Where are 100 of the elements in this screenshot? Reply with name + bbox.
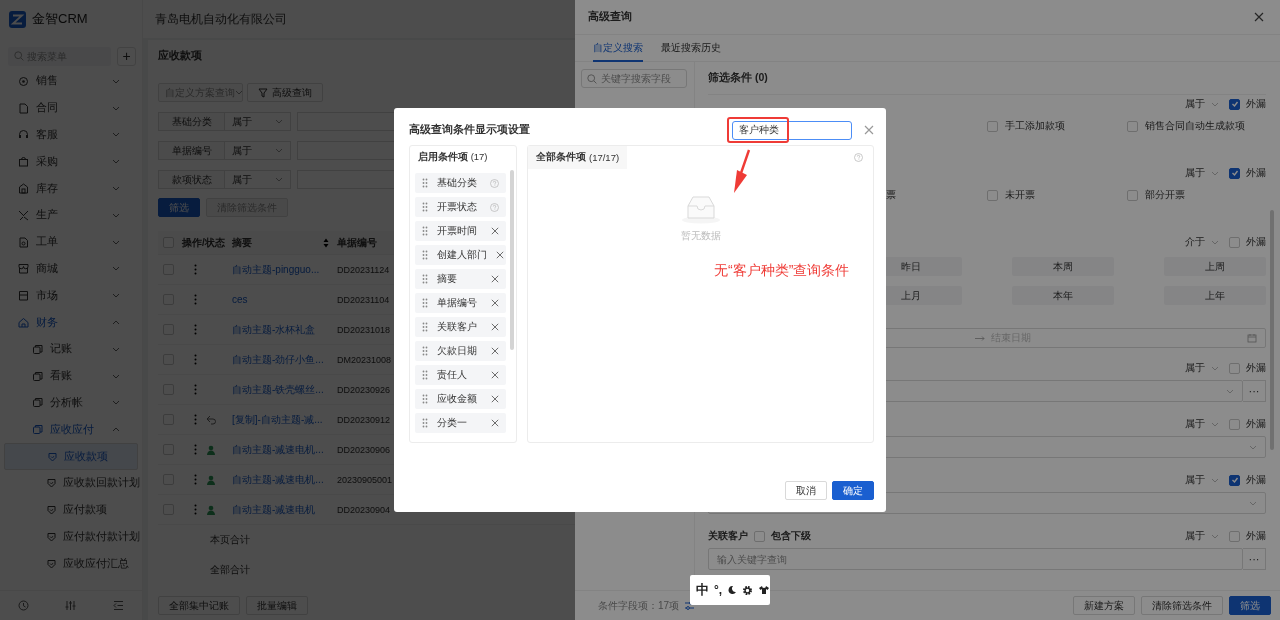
drag-handle-icon[interactable]	[422, 322, 428, 332]
checkbox[interactable]	[1229, 98, 1240, 110]
list-item[interactable]: 应收金额	[415, 389, 506, 409]
tab[interactable]: 自定义搜索	[593, 35, 643, 62]
highlight-frame	[727, 117, 789, 143]
list-item[interactable]: 欠款日期	[415, 341, 506, 361]
list-item[interactable]: 摘要	[415, 269, 506, 289]
summary-link[interactable]: ces	[232, 294, 337, 305]
drag-handle-icon[interactable]	[422, 250, 428, 260]
menu-item[interactable]: 看账	[4, 362, 138, 390]
drag-handle-icon[interactable]	[422, 202, 428, 212]
menu-item[interactable]: 财务	[4, 309, 138, 336]
more-icon[interactable]	[194, 324, 197, 335]
operator-dropdown[interactable]: 属于	[1185, 417, 1219, 431]
remove-icon[interactable]	[491, 275, 499, 283]
drag-handle-icon[interactable]	[422, 226, 428, 236]
remove-icon[interactable]	[491, 419, 499, 427]
drag-handle-icon[interactable]	[422, 298, 428, 308]
menu-item[interactable]: 销售	[4, 68, 138, 95]
field-count: 条件字段项：17项	[598, 598, 680, 613]
list-item[interactable]: 开票状态	[415, 197, 506, 217]
tab[interactable]: 最近搜索历史	[661, 35, 721, 62]
more-icon[interactable]	[194, 294, 197, 305]
checkbox[interactable]	[1229, 167, 1240, 179]
remove-icon[interactable]	[491, 227, 499, 235]
funnel-icon	[258, 87, 268, 98]
remove-icon[interactable]	[491, 323, 499, 331]
cancel-button[interactable]: 取消	[785, 481, 827, 500]
sliders-icon[interactable]	[684, 600, 696, 611]
more-icon[interactable]	[194, 504, 197, 515]
table-cell: DD20230904	[337, 504, 391, 515]
chevron-icon	[112, 186, 120, 192]
list-item[interactable]: 基础分类	[415, 173, 506, 193]
menu-item[interactable]: 商城	[4, 255, 138, 283]
close-icon[interactable]	[1254, 12, 1264, 22]
close-icon[interactable]	[864, 125, 874, 135]
date-preset-button[interactable]: 本年	[1012, 286, 1114, 305]
history-icon[interactable]	[18, 600, 30, 611]
action-button[interactable]: 新建方案	[1073, 596, 1135, 615]
menu-item[interactable]: 分析帐	[4, 389, 138, 417]
drag-handle-icon[interactable]	[422, 346, 428, 356]
menu-item[interactable]: 市场	[4, 282, 138, 310]
sliders-icon[interactable]	[65, 600, 77, 611]
remove-icon[interactable]	[491, 299, 499, 307]
remove-icon[interactable]	[491, 347, 499, 355]
drag-handle-icon[interactable]	[422, 178, 428, 188]
more-button[interactable]: ···	[1243, 548, 1266, 570]
more-button[interactable]: ···	[1243, 380, 1266, 402]
drag-handle-icon[interactable]	[422, 394, 428, 404]
ime-punctuation[interactable]: °,	[714, 583, 723, 597]
confirm-button[interactable]: 确定	[832, 481, 874, 500]
shield-icon	[47, 478, 56, 489]
moon-icon[interactable]	[727, 585, 738, 595]
add-button[interactable]: +	[117, 46, 136, 66]
more-icon[interactable]	[194, 384, 197, 395]
chevron-icon	[1211, 421, 1219, 427]
remove-icon[interactable]	[496, 251, 504, 259]
remove-icon[interactable]	[491, 395, 499, 403]
table-cell: DD20230906	[337, 444, 391, 455]
operator-dropdown[interactable]: 属于	[1185, 361, 1219, 375]
action-button[interactable]: 清除筛选条件	[1141, 596, 1223, 615]
table-cell: DD20231104	[337, 294, 390, 305]
filter-button[interactable]: 筛选	[1229, 596, 1271, 615]
ime-mode[interactable]: 中	[696, 581, 709, 599]
operator-dropdown[interactable]: 属于	[1185, 166, 1219, 180]
more-icon[interactable]	[194, 414, 197, 425]
chevron-icon	[112, 212, 120, 218]
operator-dropdown[interactable]: 属于	[1185, 97, 1219, 111]
search-field[interactable]: 客户种类	[732, 120, 852, 140]
operator-dropdown[interactable]: 介于	[1185, 235, 1219, 249]
menu-item[interactable]: 应收应付	[4, 416, 138, 444]
document-icon	[18, 102, 29, 114]
date-preset-button[interactable]: 本周	[1012, 257, 1114, 276]
more-icon[interactable]	[194, 444, 197, 455]
drag-handle-icon[interactable]	[422, 418, 428, 428]
more-icon[interactable]	[194, 354, 197, 365]
table-cell: 20230905001	[337, 474, 393, 485]
checkbox[interactable]	[1229, 474, 1240, 486]
menu-item[interactable]: 记账	[4, 335, 138, 363]
operator-dropdown[interactable]: 属于	[1185, 529, 1219, 543]
list-item[interactable]: 关联客户	[415, 317, 506, 337]
more-icon[interactable]	[194, 264, 197, 275]
table-cell: DD20230912	[337, 414, 391, 425]
drag-handle-icon[interactable]	[422, 370, 428, 380]
shirt-icon[interactable]	[758, 585, 771, 595]
list-item[interactable]: 创建人部门	[415, 245, 506, 265]
operator-dropdown[interactable]: 属于	[1185, 473, 1219, 487]
checkbox-label: 外漏	[1246, 235, 1266, 249]
remove-icon[interactable]	[491, 371, 499, 379]
date-preset-button[interactable]: 上周	[1164, 257, 1266, 276]
panel-tab[interactable]: 全部条件项 (17/17)	[528, 146, 628, 169]
more-icon[interactable]	[194, 474, 197, 485]
list-item[interactable]: 单据编号	[415, 293, 506, 313]
drag-handle-icon[interactable]	[422, 274, 428, 284]
list-item[interactable]: 责任人	[415, 365, 506, 385]
list-item[interactable]: 开票时间	[415, 221, 506, 241]
gear-icon[interactable]	[742, 584, 754, 596]
collapse-icon[interactable]	[112, 600, 124, 611]
list-item[interactable]: 分类一	[415, 413, 506, 433]
date-preset-button[interactable]: 上年	[1164, 286, 1266, 305]
